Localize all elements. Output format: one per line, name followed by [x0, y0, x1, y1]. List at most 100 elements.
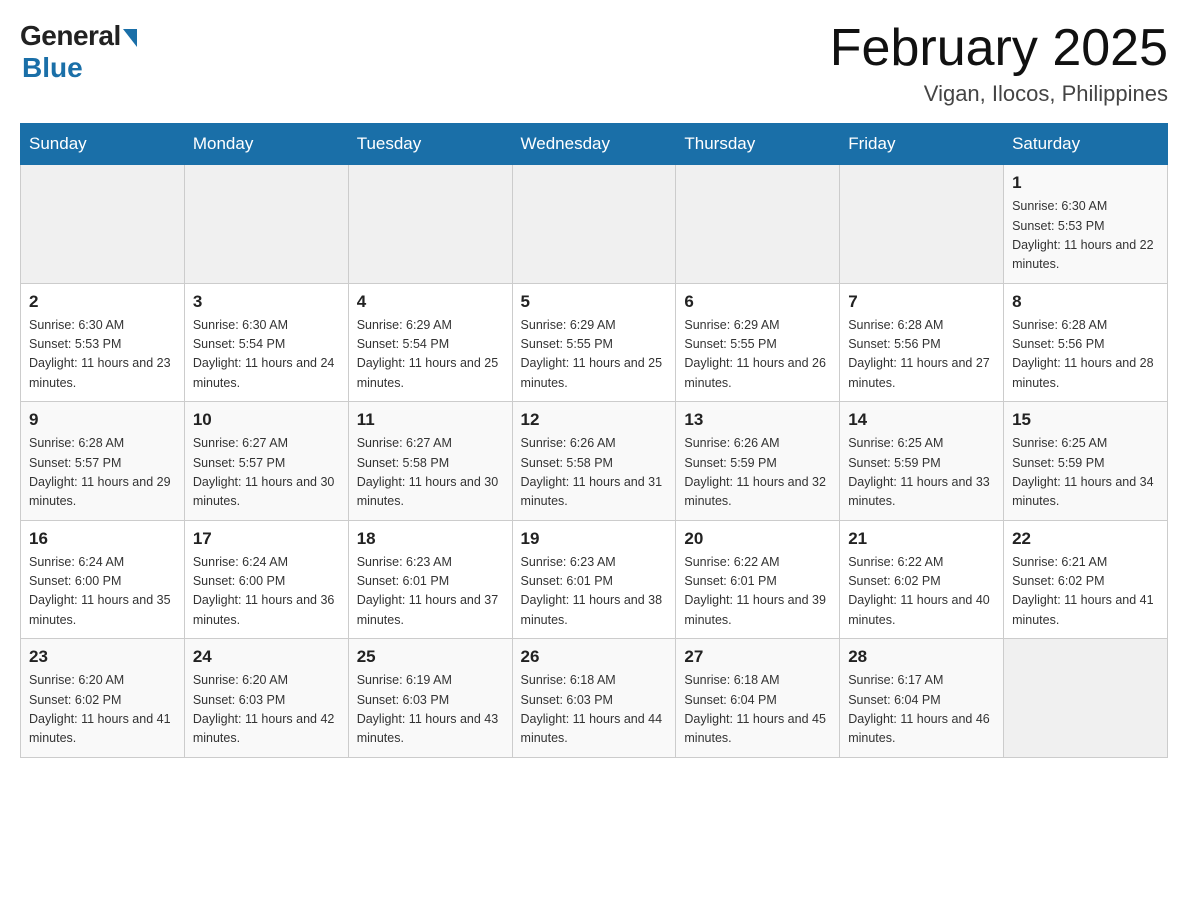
- logo-general-text: General: [20, 20, 121, 52]
- location-subtitle: Vigan, Ilocos, Philippines: [830, 81, 1168, 107]
- calendar-cell: [348, 165, 512, 284]
- day-number: 5: [521, 292, 668, 312]
- day-number: 11: [357, 410, 504, 430]
- day-info: Sunrise: 6:21 AMSunset: 6:02 PMDaylight:…: [1012, 553, 1159, 631]
- day-info: Sunrise: 6:29 AMSunset: 5:55 PMDaylight:…: [684, 316, 831, 394]
- day-info: Sunrise: 6:20 AMSunset: 6:02 PMDaylight:…: [29, 671, 176, 749]
- calendar-cell: 17 Sunrise: 6:24 AMSunset: 6:00 PMDayligh…: [184, 520, 348, 639]
- calendar-cell: 19 Sunrise: 6:23 AMSunset: 6:01 PMDayligh…: [512, 520, 676, 639]
- calendar-cell: 13 Sunrise: 6:26 AMSunset: 5:59 PMDayligh…: [676, 402, 840, 521]
- day-number: 22: [1012, 529, 1159, 549]
- day-number: 9: [29, 410, 176, 430]
- day-info: Sunrise: 6:29 AMSunset: 5:54 PMDaylight:…: [357, 316, 504, 394]
- column-header-wednesday: Wednesday: [512, 124, 676, 165]
- day-info: Sunrise: 6:20 AMSunset: 6:03 PMDaylight:…: [193, 671, 340, 749]
- logo-blue-text: Blue: [22, 52, 83, 84]
- day-info: Sunrise: 6:28 AMSunset: 5:57 PMDaylight:…: [29, 434, 176, 512]
- day-info: Sunrise: 6:17 AMSunset: 6:04 PMDaylight:…: [848, 671, 995, 749]
- day-info: Sunrise: 6:30 AMSunset: 5:53 PMDaylight:…: [1012, 197, 1159, 275]
- day-info: Sunrise: 6:24 AMSunset: 6:00 PMDaylight:…: [193, 553, 340, 631]
- day-info: Sunrise: 6:23 AMSunset: 6:01 PMDaylight:…: [521, 553, 668, 631]
- day-info: Sunrise: 6:25 AMSunset: 5:59 PMDaylight:…: [1012, 434, 1159, 512]
- calendar-cell: 10 Sunrise: 6:27 AMSunset: 5:57 PMDayligh…: [184, 402, 348, 521]
- calendar-cell: 12 Sunrise: 6:26 AMSunset: 5:58 PMDayligh…: [512, 402, 676, 521]
- calendar-week-row: 23 Sunrise: 6:20 AMSunset: 6:02 PMDayligh…: [21, 639, 1168, 758]
- day-number: 2: [29, 292, 176, 312]
- day-number: 26: [521, 647, 668, 667]
- calendar-cell: 20 Sunrise: 6:22 AMSunset: 6:01 PMDayligh…: [676, 520, 840, 639]
- calendar-cell: 8 Sunrise: 6:28 AMSunset: 5:56 PMDaylight…: [1004, 283, 1168, 402]
- calendar-week-row: 9 Sunrise: 6:28 AMSunset: 5:57 PMDaylight…: [21, 402, 1168, 521]
- column-header-sunday: Sunday: [21, 124, 185, 165]
- calendar-cell: 14 Sunrise: 6:25 AMSunset: 5:59 PMDayligh…: [840, 402, 1004, 521]
- day-number: 14: [848, 410, 995, 430]
- calendar-cell: 4Sunrise: 6:29 AMSunset: 5:54 PMDaylight…: [348, 283, 512, 402]
- column-header-friday: Friday: [840, 124, 1004, 165]
- calendar-cell: [1004, 639, 1168, 758]
- calendar-cell: 27 Sunrise: 6:18 AMSunset: 6:04 PMDayligh…: [676, 639, 840, 758]
- day-number: 21: [848, 529, 995, 549]
- month-year-title: February 2025: [830, 20, 1168, 77]
- calendar-cell: 22 Sunrise: 6:21 AMSunset: 6:02 PMDayligh…: [1004, 520, 1168, 639]
- day-number: 10: [193, 410, 340, 430]
- calendar-header-row: SundayMondayTuesdayWednesdayThursdayFrid…: [21, 124, 1168, 165]
- column-header-monday: Monday: [184, 124, 348, 165]
- calendar-cell: 15 Sunrise: 6:25 AMSunset: 5:59 PMDayligh…: [1004, 402, 1168, 521]
- day-info: Sunrise: 6:22 AMSunset: 6:02 PMDaylight:…: [848, 553, 995, 631]
- calendar-cell: 26 Sunrise: 6:18 AMSunset: 6:03 PMDayligh…: [512, 639, 676, 758]
- calendar-week-row: 1 Sunrise: 6:30 AMSunset: 5:53 PMDaylight…: [21, 165, 1168, 284]
- calendar-week-row: 2 Sunrise: 6:30 AMSunset: 5:53 PMDaylight…: [21, 283, 1168, 402]
- day-number: 18: [357, 529, 504, 549]
- day-number: 17: [193, 529, 340, 549]
- day-info: Sunrise: 6:30 AMSunset: 5:54 PMDaylight:…: [193, 316, 340, 394]
- day-info: Sunrise: 6:18 AMSunset: 6:03 PMDaylight:…: [521, 671, 668, 749]
- day-info: Sunrise: 6:27 AMSunset: 5:57 PMDaylight:…: [193, 434, 340, 512]
- title-block: February 2025 Vigan, Ilocos, Philippines: [830, 20, 1168, 107]
- calendar-cell: 24 Sunrise: 6:20 AMSunset: 6:03 PMDayligh…: [184, 639, 348, 758]
- day-number: 20: [684, 529, 831, 549]
- day-number: 1: [1012, 173, 1159, 193]
- day-number: 28: [848, 647, 995, 667]
- calendar-week-row: 16 Sunrise: 6:24 AMSunset: 6:00 PMDayligh…: [21, 520, 1168, 639]
- day-number: 24: [193, 647, 340, 667]
- day-number: 16: [29, 529, 176, 549]
- day-number: 19: [521, 529, 668, 549]
- day-number: 8: [1012, 292, 1159, 312]
- day-number: 15: [1012, 410, 1159, 430]
- calendar-cell: 9 Sunrise: 6:28 AMSunset: 5:57 PMDaylight…: [21, 402, 185, 521]
- calendar-table: SundayMondayTuesdayWednesdayThursdayFrid…: [20, 123, 1168, 758]
- day-number: 13: [684, 410, 831, 430]
- day-number: 6: [684, 292, 831, 312]
- day-number: 3: [193, 292, 340, 312]
- day-info: Sunrise: 6:22 AMSunset: 6:01 PMDaylight:…: [684, 553, 831, 631]
- day-info: Sunrise: 6:24 AMSunset: 6:00 PMDaylight:…: [29, 553, 176, 631]
- page-header: General Blue February 2025 Vigan, Ilocos…: [20, 20, 1168, 107]
- day-info: Sunrise: 6:26 AMSunset: 5:58 PMDaylight:…: [521, 434, 668, 512]
- calendar-cell: [184, 165, 348, 284]
- day-info: Sunrise: 6:27 AMSunset: 5:58 PMDaylight:…: [357, 434, 504, 512]
- day-info: Sunrise: 6:29 AMSunset: 5:55 PMDaylight:…: [521, 316, 668, 394]
- day-info: Sunrise: 6:26 AMSunset: 5:59 PMDaylight:…: [684, 434, 831, 512]
- calendar-cell: 3 Sunrise: 6:30 AMSunset: 5:54 PMDaylight…: [184, 283, 348, 402]
- calendar-cell: [840, 165, 1004, 284]
- day-number: 25: [357, 647, 504, 667]
- calendar-cell: 16 Sunrise: 6:24 AMSunset: 6:00 PMDayligh…: [21, 520, 185, 639]
- logo: General Blue: [20, 20, 137, 84]
- day-number: 23: [29, 647, 176, 667]
- day-info: Sunrise: 6:25 AMSunset: 5:59 PMDaylight:…: [848, 434, 995, 512]
- day-number: 12: [521, 410, 668, 430]
- calendar-cell: 5 Sunrise: 6:29 AMSunset: 5:55 PMDaylight…: [512, 283, 676, 402]
- calendar-cell: 23 Sunrise: 6:20 AMSunset: 6:02 PMDayligh…: [21, 639, 185, 758]
- calendar-cell: [512, 165, 676, 284]
- day-info: Sunrise: 6:23 AMSunset: 6:01 PMDaylight:…: [357, 553, 504, 631]
- calendar-cell: 7Sunrise: 6:28 AMSunset: 5:56 PMDaylight…: [840, 283, 1004, 402]
- day-info: Sunrise: 6:18 AMSunset: 6:04 PMDaylight:…: [684, 671, 831, 749]
- calendar-cell: [676, 165, 840, 284]
- logo-arrow-icon: [123, 29, 137, 47]
- day-info: Sunrise: 6:30 AMSunset: 5:53 PMDaylight:…: [29, 316, 176, 394]
- calendar-cell: 18 Sunrise: 6:23 AMSunset: 6:01 PMDayligh…: [348, 520, 512, 639]
- calendar-cell: 25Sunrise: 6:19 AMSunset: 6:03 PMDayligh…: [348, 639, 512, 758]
- day-number: 7: [848, 292, 995, 312]
- day-info: Sunrise: 6:28 AMSunset: 5:56 PMDaylight:…: [1012, 316, 1159, 394]
- day-number: 27: [684, 647, 831, 667]
